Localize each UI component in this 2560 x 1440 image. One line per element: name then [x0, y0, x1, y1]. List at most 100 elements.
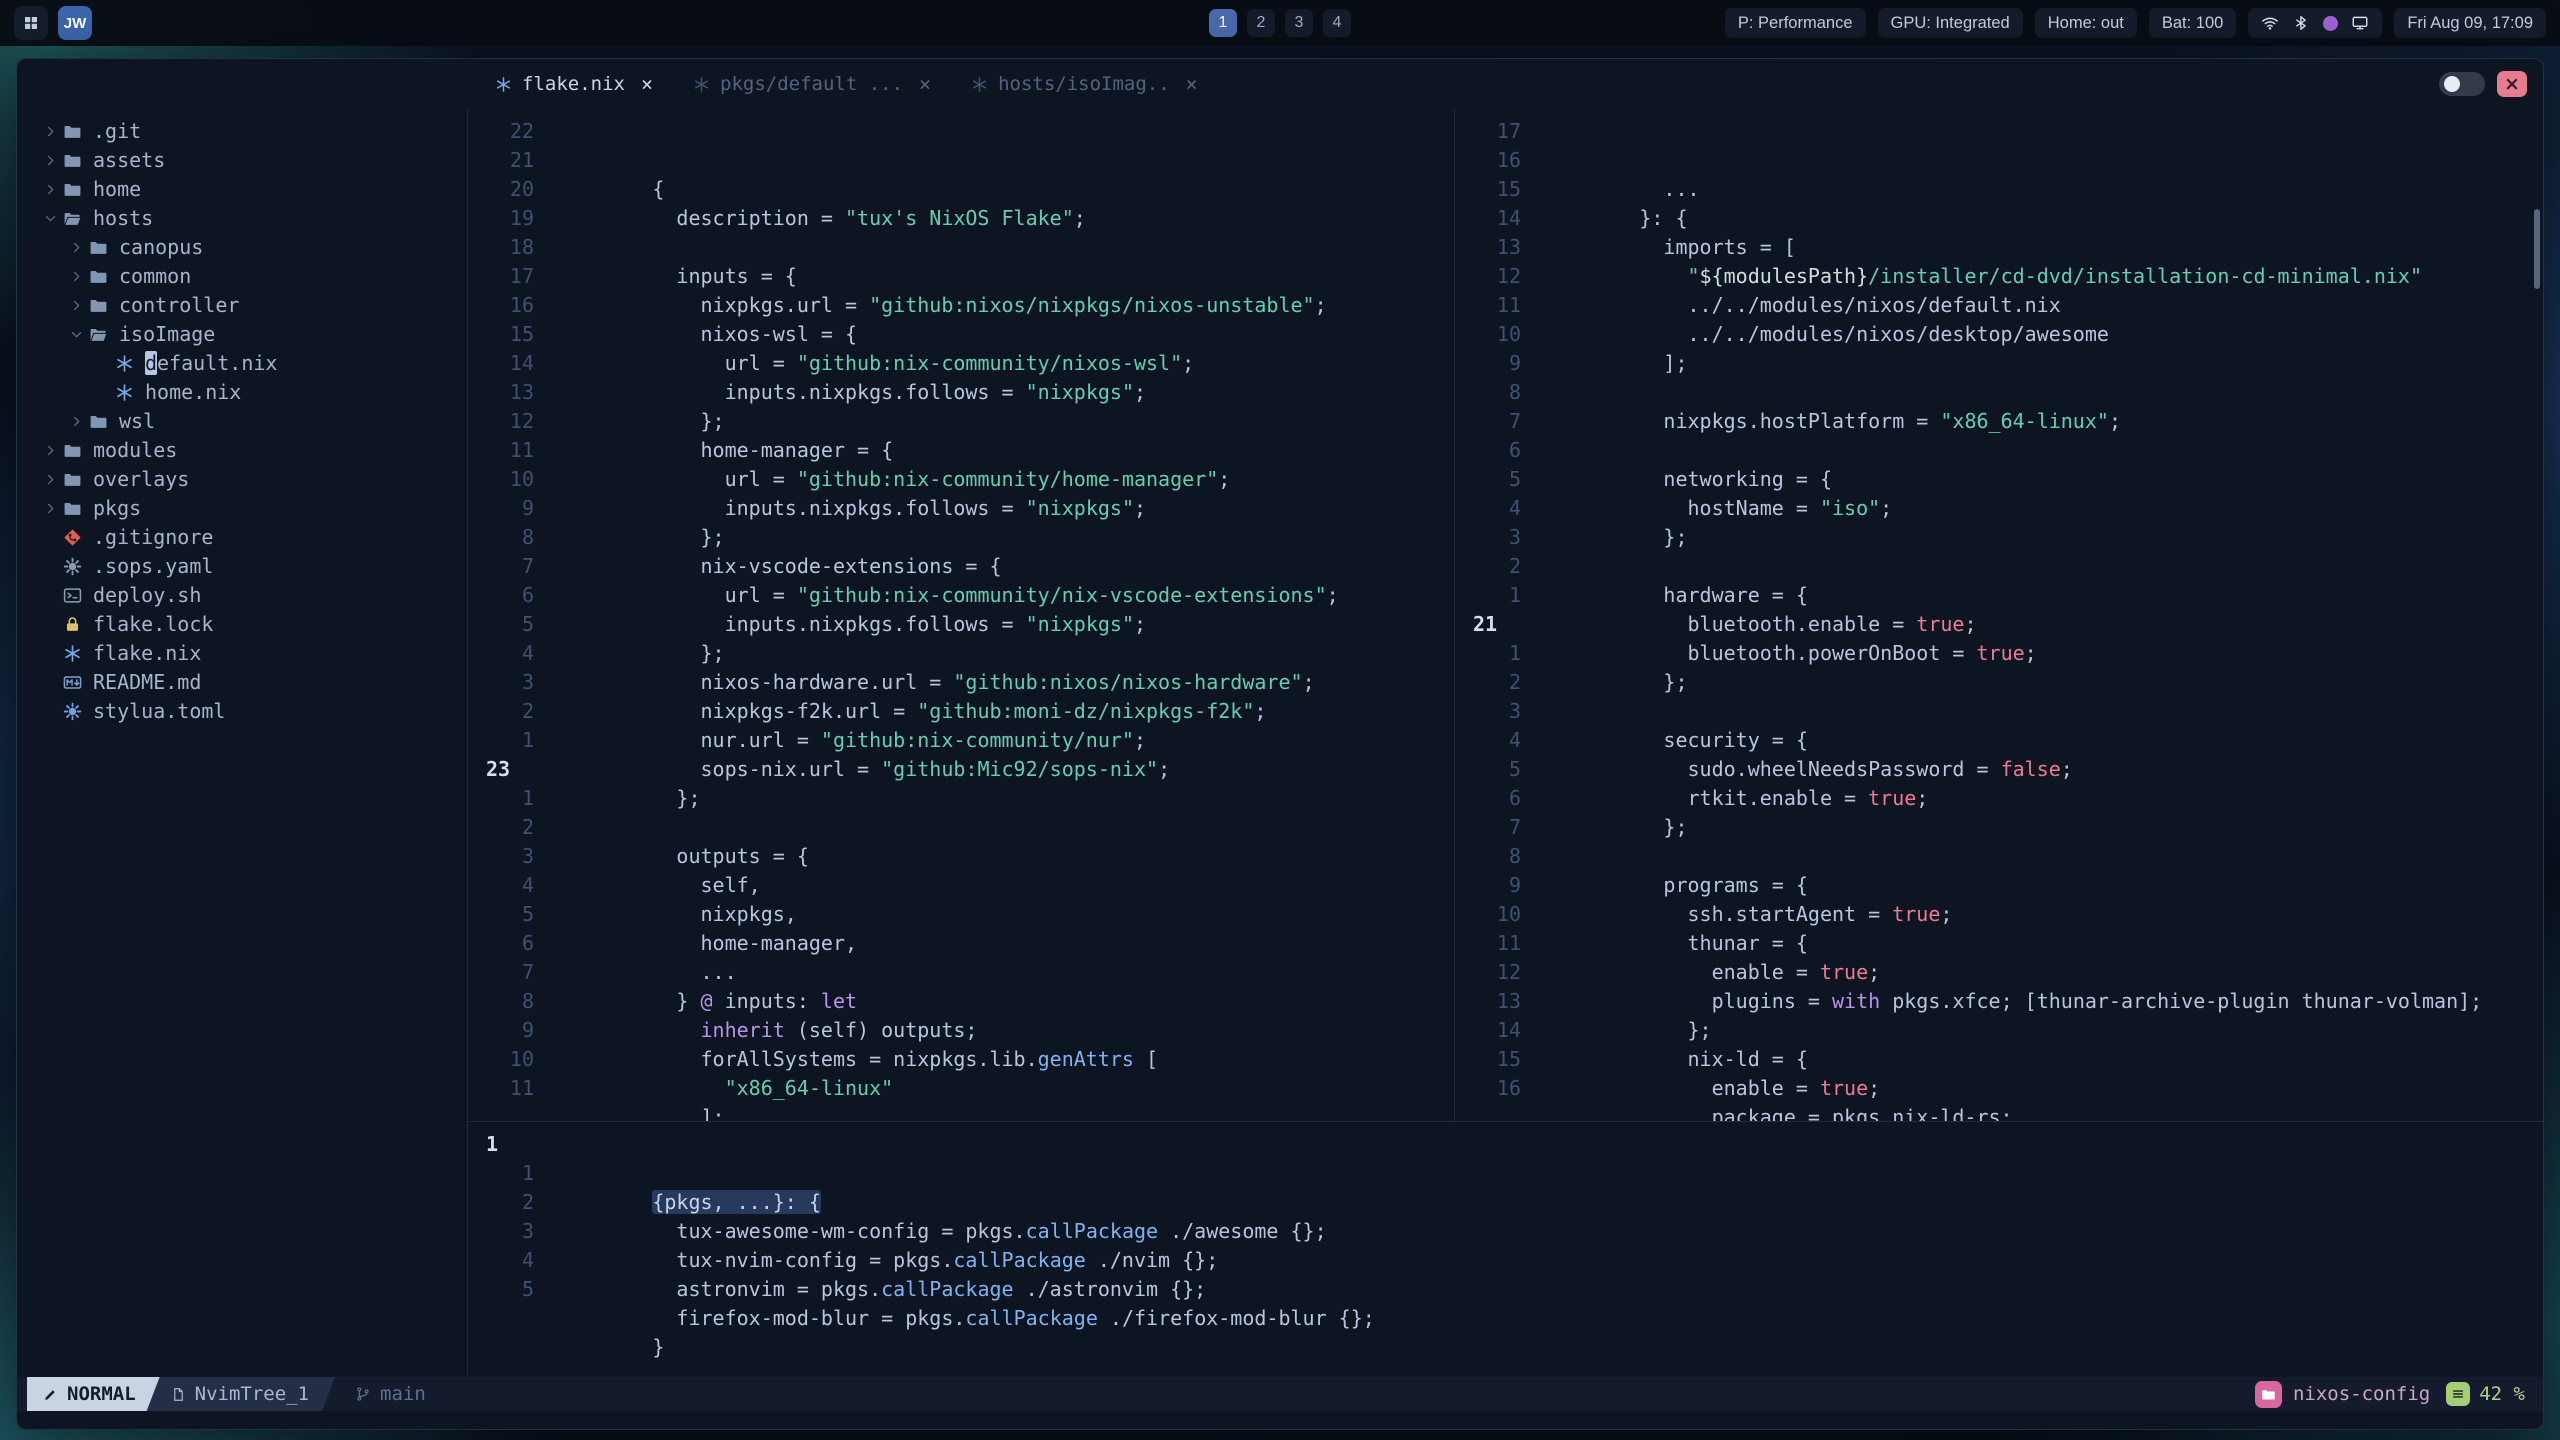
tree-item[interactable]: flake.nix: [37, 639, 467, 668]
code-line[interactable]: 9 nix-vscode-extensions = {: [482, 494, 1454, 578]
code-line[interactable]: 4 nixpkgs-f2k.url = "github:moni-dz/nixp…: [482, 639, 1454, 723]
code-line[interactable]: 15 package = pkgs.nix-ld-rs;: [1469, 1045, 2543, 1121]
tree-item[interactable]: .sops.yaml: [37, 552, 467, 581]
code-line[interactable]: 7 programs = {: [1469, 813, 2543, 897]
code-line[interactable]: 8 ssh.startAgent = true;: [1469, 842, 2543, 926]
code-line[interactable]: 8 url = "github:nix-community/nix-vscode…: [482, 523, 1454, 607]
code-line[interactable]: 6 } @ inputs: let: [482, 929, 1454, 1013]
launcher-button[interactable]: [14, 6, 48, 40]
tree-item[interactable]: home.nix: [37, 378, 467, 407]
code-line[interactable]: 1 outputs = {: [482, 784, 1454, 868]
code-line[interactable]: 4: [1469, 494, 2543, 523]
tree-item[interactable]: assets: [37, 146, 467, 175]
tab-close-icon[interactable]: ×: [641, 72, 653, 96]
tree-item[interactable]: .gitignore: [37, 523, 467, 552]
code-line[interactable]: 6 hostName = "iso";: [1469, 436, 2543, 520]
code-line[interactable]: 2 sops-nix.url = "github:Mic92/sops-nix"…: [482, 697, 1454, 781]
code-line[interactable]: 4 home-manager,: [482, 871, 1454, 955]
code-line[interactable]: 9 thunar = {: [1469, 871, 2543, 955]
code-line[interactable]: 11 inputs.nixpkgs.follows = "nixpkgs";: [482, 436, 1454, 520]
tree-item[interactable]: wsl: [37, 407, 467, 436]
code-line[interactable]: 5 nixos-hardware.url = "github:nixos/nix…: [482, 610, 1454, 694]
code-line[interactable]: 15 inputs.nixpkgs.follows = "nixpkgs";: [482, 320, 1454, 404]
buffer-tab[interactable]: hosts/isoImag.. ×: [951, 59, 1218, 109]
tree-item[interactable]: common: [37, 262, 467, 291]
code-line[interactable]: 1 tux-awesome-wm-config = pkgs.callPacka…: [482, 1159, 2543, 1243]
tree-item[interactable]: .git: [37, 117, 467, 146]
pin-toggle[interactable]: [2439, 72, 2485, 96]
display-icon[interactable]: [2351, 14, 2369, 32]
tree-item[interactable]: stylua.toml: [37, 697, 467, 726]
tree-item[interactable]: flake.lock: [37, 610, 467, 639]
wifi-icon[interactable]: [2261, 14, 2279, 32]
code-line[interactable]: 11 plugins = with pkgs.xfce; [thunar-arc…: [1469, 929, 2543, 1013]
code-line[interactable]: 16 };: [1469, 1074, 2543, 1103]
code-line[interactable]: 17 nixos-wsl = {: [482, 262, 1454, 346]
code-line[interactable]: 2 self,: [482, 813, 1454, 897]
tree-item[interactable]: isoImage: [37, 320, 467, 349]
code-line[interactable]: 8: [1469, 378, 2543, 407]
tree-item[interactable]: overlays: [37, 465, 467, 494]
bluetooth-icon[interactable]: [2292, 14, 2310, 32]
code-line[interactable]: 7 inputs.nixpkgs.follows = "nixpkgs";: [482, 552, 1454, 636]
code-line[interactable]: 5 };: [1469, 465, 2543, 549]
tree-item[interactable]: deploy.sh: [37, 581, 467, 610]
tab-close-icon[interactable]: ×: [1186, 72, 1198, 96]
tree-item[interactable]: hosts: [37, 204, 467, 233]
code-line[interactable]: 7 inherit (self) outputs;: [482, 958, 1454, 1042]
workspace-tag[interactable]: 4: [1323, 9, 1351, 37]
tree-item[interactable]: README.md: [37, 668, 467, 697]
code-line[interactable]: 11 username = "tux";: [482, 1074, 1454, 1103]
code-line[interactable]: 8 forAllSystems = nixpkgs.lib.genAttrs [: [482, 987, 1454, 1071]
code-line[interactable]: 17 ...: [1469, 117, 2543, 201]
code-line[interactable]: 10 enable = true;: [1469, 900, 2543, 984]
code-line[interactable]: 2 bluetooth.enable = true;: [1469, 552, 2543, 636]
editor-pane-iso[interactable]: 17 ... 16 }: { 15 imports = [ 14 "${modu…: [1455, 109, 2543, 1121]
code-line[interactable]: 2 security = {: [1469, 668, 2543, 752]
code-line[interactable]: 16 }: {: [1469, 146, 2543, 230]
code-line[interactable]: 14 "${modulesPath}/installer/cd-dvd/inst…: [1469, 204, 2543, 288]
code-line[interactable]: 15 imports = [: [1469, 175, 2543, 259]
code-line[interactable]: 3 sudo.wheelNeedsPassword = false;: [1469, 697, 2543, 781]
tab-close-icon[interactable]: ×: [919, 72, 931, 96]
code-line[interactable]: 14 enable = true;: [1469, 1016, 2543, 1100]
workspace-tag[interactable]: 1: [1209, 9, 1237, 37]
tree-item[interactable]: home: [37, 175, 467, 204]
code-line[interactable]: 1 {pkgs, ...}: {: [482, 1130, 2543, 1214]
code-line[interactable]: 3 hardware = {: [1469, 523, 2543, 607]
tree-item[interactable]: canopus: [37, 233, 467, 262]
workspace-tag[interactable]: 2: [1247, 9, 1275, 37]
code-line[interactable]: 12 url = "github:nix-community/home-mana…: [482, 407, 1454, 491]
code-line[interactable]: 3 nixpkgs,: [482, 842, 1454, 926]
code-line[interactable]: 5 ...: [482, 900, 1454, 984]
buffer-tab[interactable]: flake.nix ×: [475, 59, 673, 109]
code-line[interactable]: 22 {: [482, 117, 1454, 201]
code-line[interactable]: 6: [1469, 784, 2543, 813]
buffer-tab[interactable]: pkgs/default ... ×: [673, 59, 951, 109]
wm-logo-badge[interactable]: JW: [58, 6, 92, 40]
code-text: }: [556, 1275, 676, 1359]
code-line[interactable]: 20: [482, 175, 1454, 204]
workspace-tag[interactable]: 3: [1285, 9, 1313, 37]
code-line[interactable]: 2 tux-nvim-config = pkgs.callPackage ./n…: [482, 1188, 2543, 1272]
code-line[interactable]: 18 nixpkgs.url = "github:nixos/nixpkgs/n…: [482, 233, 1454, 317]
code-line[interactable]: 9 nixpkgs.hostPlatform = "x86_64-linux";: [1469, 349, 2543, 433]
code-line[interactable]: 21 description = "tux's NixOS Flake";: [482, 146, 1454, 230]
tree-item[interactable]: controller: [37, 291, 467, 320]
code-line[interactable]: 13 ../../modules/nixos/default.nix: [1469, 233, 2543, 317]
code-line[interactable]: 1 bluetooth.powerOnBoot = true;: [1469, 581, 2543, 665]
code-line[interactable]: 4 firefox-mod-blur = pkgs.callPackage ./…: [482, 1246, 2543, 1330]
tree-item[interactable]: pkgs: [37, 494, 467, 523]
tree-item[interactable]: modules: [37, 436, 467, 465]
scrollbar-thumb[interactable]: [2534, 209, 2540, 289]
clock[interactable]: Fri Aug 09, 17:09: [2394, 8, 2546, 38]
code-line[interactable]: 12 };: [1469, 958, 2543, 1042]
code-line[interactable]: 21 };: [1469, 610, 2543, 694]
notification-dot-icon[interactable]: [2323, 15, 2339, 31]
code-line[interactable]: 4 rtkit.enable = true;: [1469, 726, 2543, 810]
editor-pane-flake[interactable]: 22 { 21 description = "tux's NixOS Flake…: [468, 109, 1454, 1121]
code-line[interactable]: 3 astronvim = pkgs.callPackage ./astronv…: [482, 1217, 2543, 1301]
tree-item[interactable]: default.nix: [37, 349, 467, 378]
editor-pane-pkgs[interactable]: 1 {pkgs, ...}: { 1 tux-awesome-wm-config…: [468, 1122, 2543, 1377]
window-close-button[interactable]: ×: [2497, 71, 2527, 97]
